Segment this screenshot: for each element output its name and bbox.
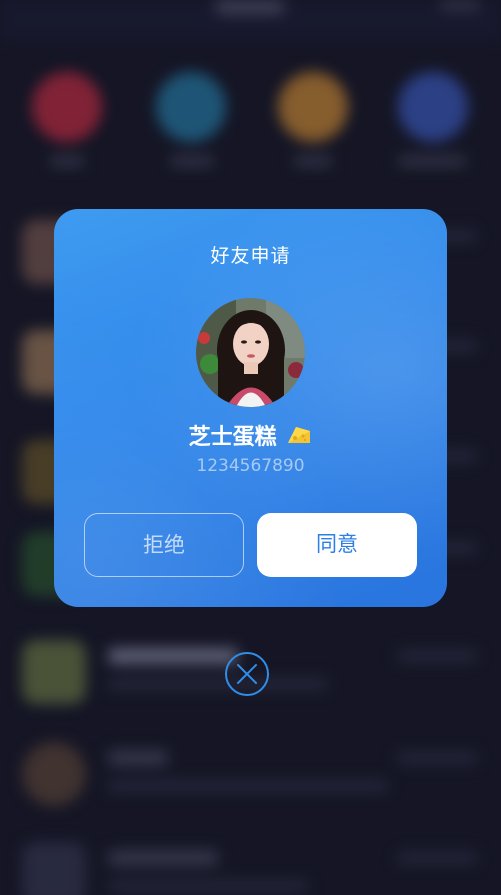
reject-button[interactable]: 拒绝 (84, 513, 244, 577)
user-name-row: 芝士蛋糕 (54, 419, 447, 453)
dialog-title: 好友申请 (210, 245, 291, 267)
cheese-icon (286, 425, 312, 453)
screen: 好友申请 芝士蛋糕 1234567890 拒绝 同意 (0, 0, 501, 895)
close-icon (225, 652, 269, 696)
avatar[interactable] (196, 298, 305, 407)
user-name: 芝士蛋糕 (188, 425, 277, 450)
avatar-photo (196, 298, 305, 407)
close-button[interactable] (224, 651, 270, 697)
friend-request-dialog: 好友申请 芝士蛋糕 1234567890 拒绝 同意 (54, 209, 447, 607)
accept-button[interactable]: 同意 (257, 513, 417, 577)
user-id: 1234567890 (196, 456, 305, 476)
